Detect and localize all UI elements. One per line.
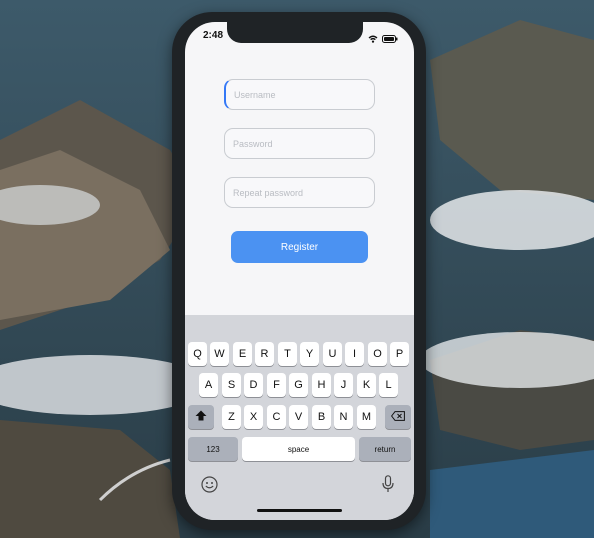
key-u[interactable]: U [323, 342, 342, 366]
delete-key[interactable] [385, 405, 411, 429]
key-m[interactable]: M [357, 405, 376, 429]
key-i[interactable]: I [345, 342, 364, 366]
microphone-icon[interactable] [382, 475, 394, 498]
status-icons [368, 30, 398, 48]
return-key[interactable]: return [359, 437, 411, 461]
keyboard-row-2: A S D F G H J K L [185, 373, 414, 397]
shift-key[interactable] [188, 405, 214, 429]
key-g[interactable]: G [289, 373, 308, 397]
key-f[interactable]: F [267, 373, 286, 397]
key-e[interactable]: E [233, 342, 252, 366]
keyboard: Q W E R T Y U I O P A S D F G H J K L Z … [185, 315, 414, 520]
key-l[interactable]: L [379, 373, 398, 397]
key-s[interactable]: S [222, 373, 241, 397]
key-d[interactable]: D [244, 373, 263, 397]
battery-icon [382, 30, 398, 48]
key-r[interactable]: R [255, 342, 274, 366]
space-key[interactable]: space [242, 437, 355, 461]
key-n[interactable]: N [334, 405, 353, 429]
key-a[interactable]: A [199, 373, 218, 397]
key-c[interactable]: C [267, 405, 286, 429]
status-time: 2:48 [203, 30, 224, 41]
key-k[interactable]: K [357, 373, 376, 397]
key-q[interactable]: Q [188, 342, 207, 366]
keyboard-row-3: Z X C V B N M [185, 405, 414, 429]
keyboard-row-1: Q W E R T Y U I O P [185, 342, 414, 366]
notch [227, 22, 363, 43]
delete-icon [390, 410, 405, 424]
key-y[interactable]: Y [300, 342, 319, 366]
key-z[interactable]: Z [222, 405, 241, 429]
key-b[interactable]: B [312, 405, 331, 429]
phone-screen: 2:48 Register Q W E R T Y U [185, 22, 414, 520]
emoji-icon[interactable] [201, 476, 218, 498]
username-field[interactable] [224, 79, 375, 110]
key-t[interactable]: T [278, 342, 297, 366]
key-j[interactable]: J [334, 373, 353, 397]
home-indicator [257, 509, 342, 512]
keyboard-row-4: 123 space return [185, 437, 414, 461]
numbers-key[interactable]: 123 [188, 437, 238, 461]
register-button[interactable]: Register [231, 231, 368, 263]
key-w[interactable]: W [210, 342, 229, 366]
key-p[interactable]: P [390, 342, 409, 366]
key-h[interactable]: H [312, 373, 331, 397]
key-v[interactable]: V [289, 405, 308, 429]
shift-icon [195, 410, 207, 424]
repeat-password-field[interactable] [224, 177, 375, 208]
password-field[interactable] [224, 128, 375, 159]
wifi-icon [368, 30, 378, 48]
key-x[interactable]: X [244, 405, 263, 429]
key-o[interactable]: O [368, 342, 387, 366]
